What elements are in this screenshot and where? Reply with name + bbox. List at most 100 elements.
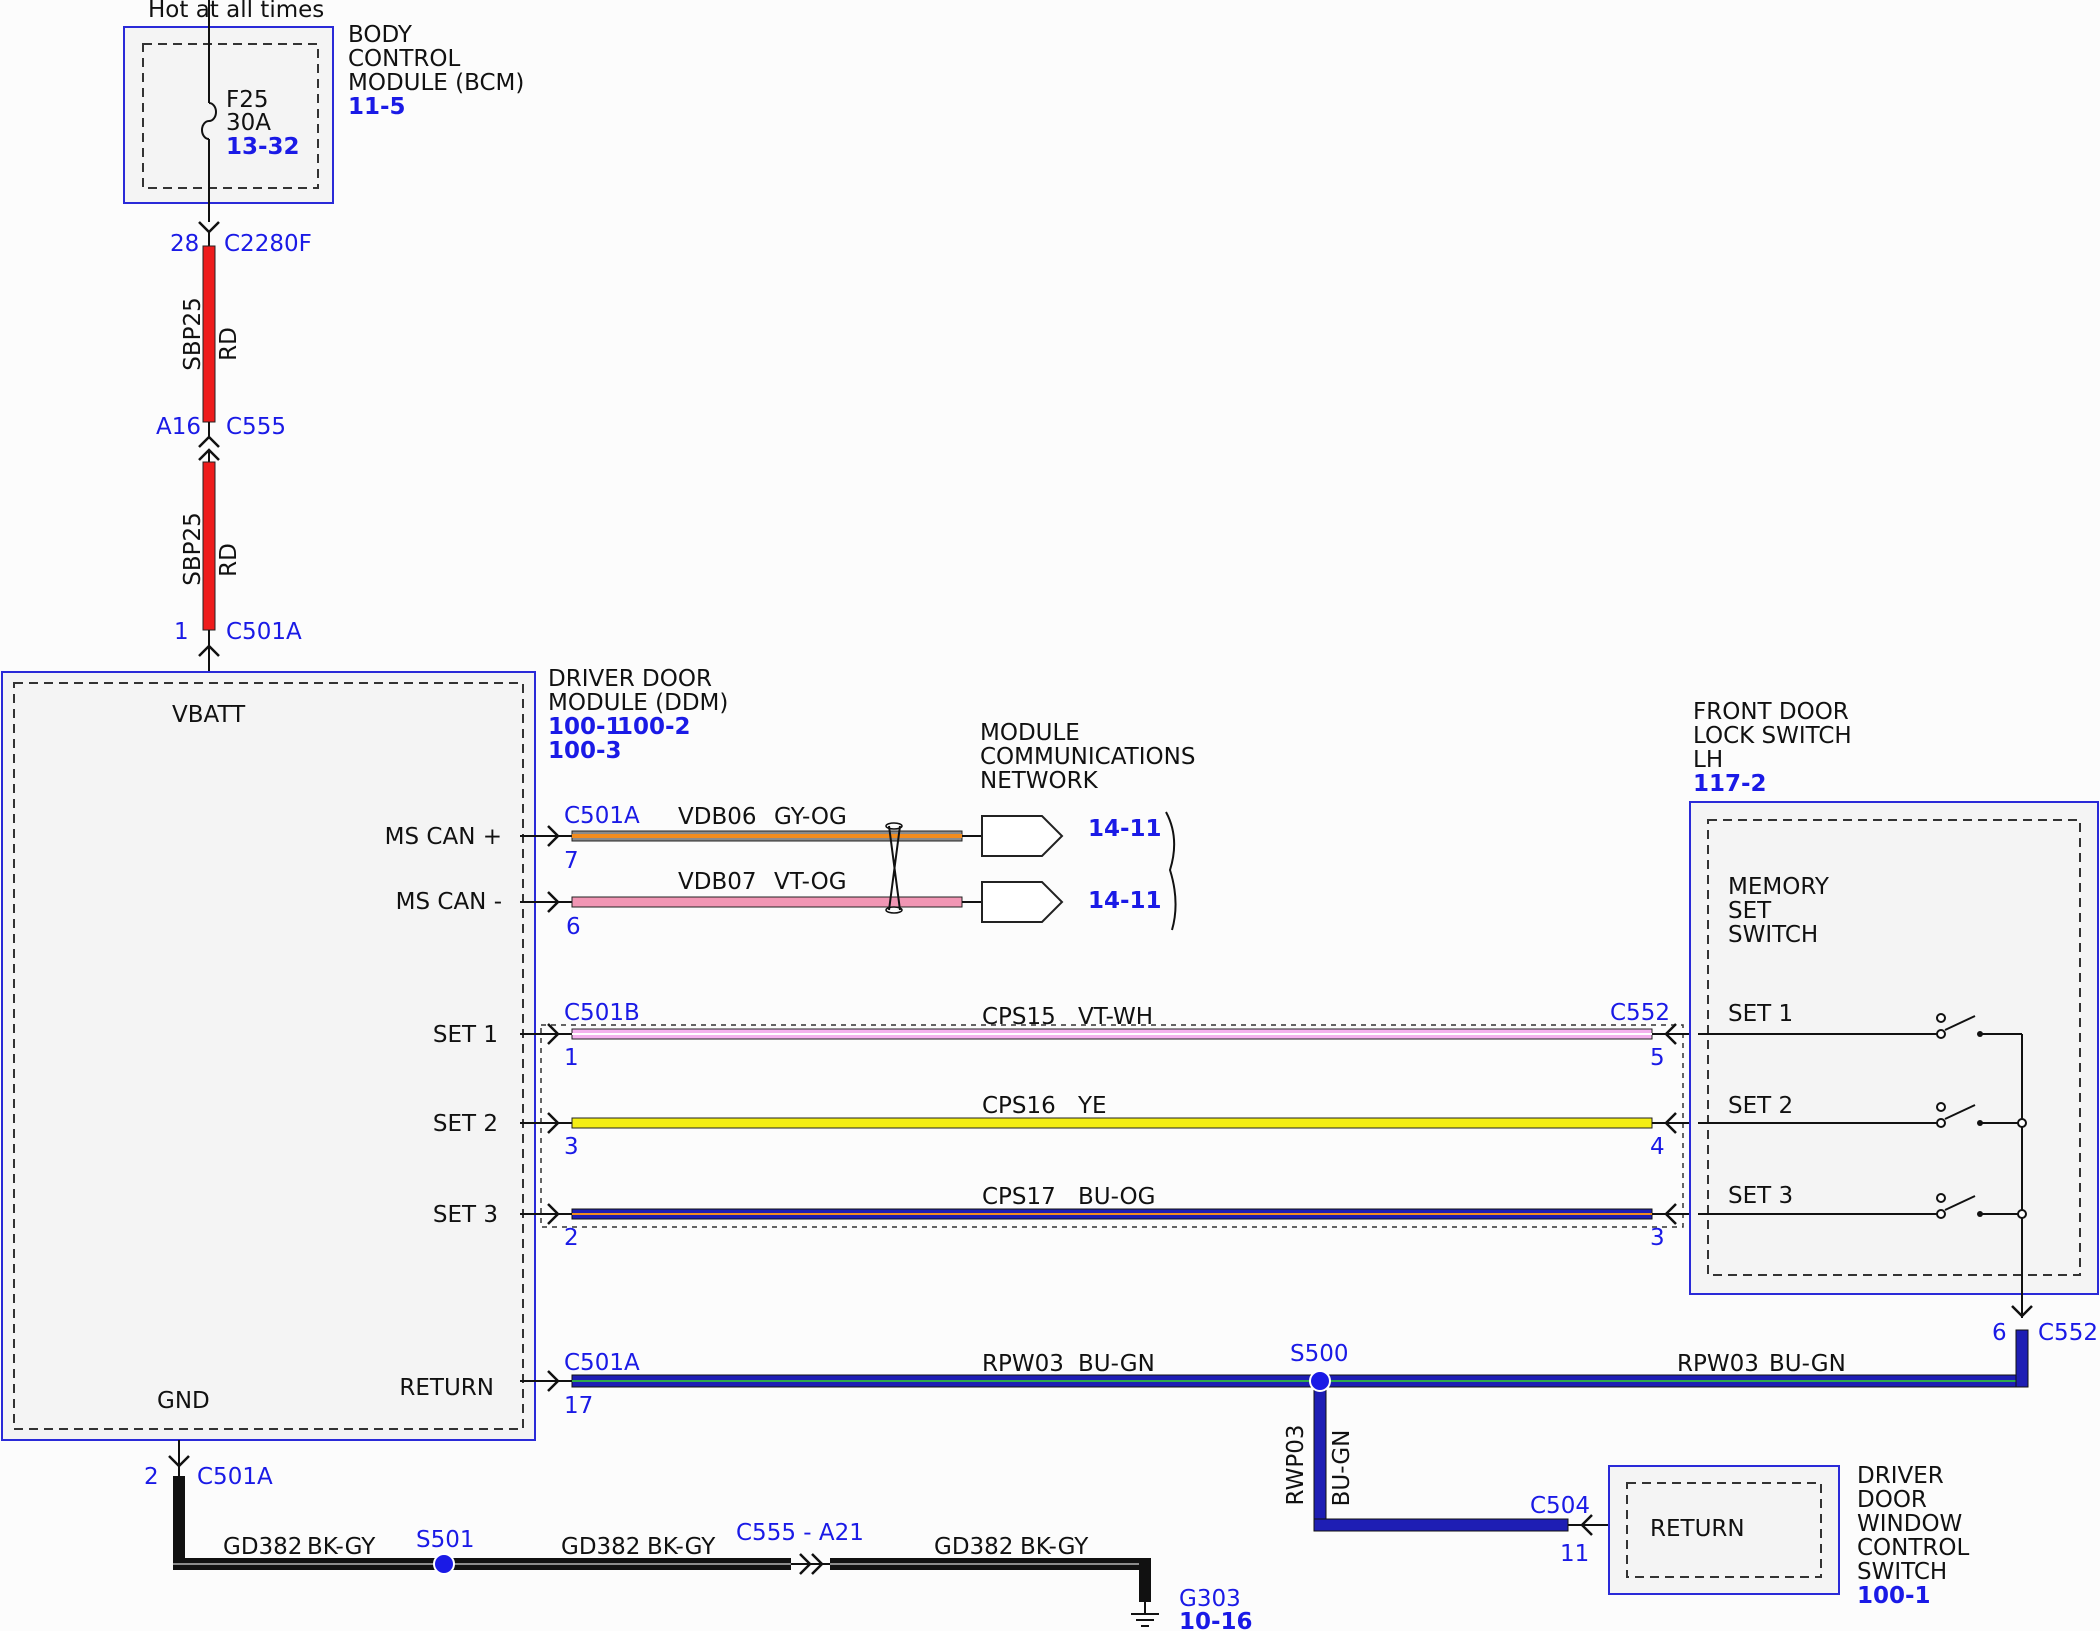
ddm-pin-set3: SET 3 xyxy=(433,1202,498,1228)
return-connector: C501A xyxy=(564,1350,640,1376)
return-circuit-left: RPW03 xyxy=(982,1351,1064,1377)
wire-gd382-drop[interactable] xyxy=(1139,1558,1151,1602)
feed-mid-pin: A16 xyxy=(156,414,201,440)
can-plus-ref[interactable]: 14-11 xyxy=(1088,816,1162,842)
bcm-title-line-1: BODY xyxy=(348,22,413,48)
wire-rpw03-stripe xyxy=(572,1380,2028,1382)
gnd-seg3-color: BK-GY xyxy=(1020,1534,1089,1560)
wire-rwp03-window[interactable] xyxy=(1313,1518,1569,1532)
network-title-line-3: NETWORK xyxy=(980,768,1099,794)
wire-cps16[interactable] xyxy=(571,1117,1653,1129)
ground-ref[interactable]: 10-16 xyxy=(1179,1609,1253,1631)
window-switch-ref[interactable]: 100-1 xyxy=(1857,1583,1931,1609)
memory-switch-line-1: MEMORY xyxy=(1728,874,1830,900)
wiring-diagram: Hot at all times BODY CONTROL MODULE (BC… xyxy=(1,0,2099,1631)
network-brace xyxy=(1165,811,1177,931)
bus-junction-3 xyxy=(2017,1209,2027,1219)
bcm-title-line-2: CONTROL xyxy=(348,46,461,72)
gnd-connector: C501A xyxy=(197,1464,273,1490)
ddm-pin-set1: SET 1 xyxy=(433,1022,498,1048)
can-minus-ref[interactable]: 14-11 xyxy=(1088,888,1162,914)
feed-upper-circuit: SBP25 xyxy=(180,297,206,371)
can-minus-pin: 6 xyxy=(566,914,581,940)
feed-mid-connector: C555 xyxy=(226,414,286,440)
gnd-pin: 2 xyxy=(144,1464,159,1490)
branch-color: BU-GN xyxy=(1329,1430,1355,1507)
wire-rpw03-riser[interactable] xyxy=(2015,1329,2029,1388)
wire-gd382-seg3-stripe xyxy=(830,1563,1151,1565)
wiring-diagram-canvas: Hot at all times BODY CONTROL MODULE (BC… xyxy=(0,0,2100,1631)
can-plus-connector: C501A xyxy=(564,803,640,829)
lock-switch-title-line-2: LOCK SWITCH xyxy=(1693,723,1852,749)
wire-cps15-stripe xyxy=(572,1033,1652,1035)
window-connector: C504 xyxy=(1530,1493,1590,1519)
feed-upper-color: RD xyxy=(216,327,242,361)
wire-vdb06-stripe xyxy=(572,834,962,838)
c555-upper-terminal-icon xyxy=(198,435,220,448)
set-right-connector: C552 xyxy=(1610,1000,1670,1026)
gnd-seg1-color: BK-GY xyxy=(307,1534,376,1560)
set-left-connector: C501B xyxy=(564,1000,640,1026)
can-minus-circuit: VDB07 xyxy=(678,869,757,895)
feed-top-pin: 28 xyxy=(170,231,199,257)
lock-switch-ref[interactable]: 117-2 xyxy=(1693,771,1767,797)
ddm-pin-ms-can-plus: MS CAN + xyxy=(385,824,502,850)
network-connector-icon xyxy=(981,881,1064,923)
branch-circuit: RWP03 xyxy=(1283,1425,1309,1506)
can-plus-color: GY-OG xyxy=(774,804,847,830)
return-pin: 17 xyxy=(564,1393,593,1419)
set1-color: VT-WH xyxy=(1078,1004,1153,1030)
gnd-inline-connector: C555 - A21 xyxy=(736,1520,864,1546)
ground-symbol-icon xyxy=(1131,1602,1159,1627)
wire-gd382-seg1-stripe xyxy=(173,1563,791,1565)
feed-bottom-connector: C501A xyxy=(226,619,302,645)
feed-lower-circuit: SBP25 xyxy=(180,512,206,586)
set3-circuit: CPS17 xyxy=(982,1184,1056,1210)
wire-rwp03-branch[interactable] xyxy=(1313,1380,1327,1528)
gnd-seg1-circuit: GD382 xyxy=(223,1534,302,1560)
splice-s500-label: S500 xyxy=(1290,1341,1349,1367)
splice-s501-dot[interactable] xyxy=(433,1553,455,1575)
set1-right-pin: 5 xyxy=(1650,1045,1665,1071)
network-title-line-1: MODULE xyxy=(980,720,1080,746)
window-switch-return-label: RETURN xyxy=(1650,1516,1745,1542)
splice-s500-dot[interactable] xyxy=(1309,1370,1331,1392)
set2-switch-top-contact xyxy=(1936,1102,1946,1112)
ddm-ref-1[interactable]: 100-1 xyxy=(548,714,622,740)
memory-switch-line-2: SET xyxy=(1728,898,1772,924)
window-switch-title-line-2: DOOR xyxy=(1857,1487,1927,1513)
set3-right-pin: 3 xyxy=(1650,1225,1665,1251)
set2-right-pin: 4 xyxy=(1650,1134,1665,1160)
bcm-ref[interactable]: 11-5 xyxy=(348,94,406,120)
splice-s501-label: S501 xyxy=(416,1527,475,1553)
window-pin: 11 xyxy=(1560,1541,1589,1567)
ddm-title-line-1: DRIVER DOOR xyxy=(548,666,712,692)
set1-switch-top-contact xyxy=(1936,1013,1946,1023)
fuse-ref[interactable]: 13-32 xyxy=(226,134,300,160)
bcm-power-note: Hot at all times xyxy=(148,0,324,23)
ddm-pin-return: RETURN xyxy=(399,1375,494,1401)
lock-switch-set3: SET 3 xyxy=(1728,1183,1793,1209)
ddm-title-line-2: MODULE (DDM) xyxy=(548,690,728,716)
ddm-ref-3[interactable]: 100-3 xyxy=(548,738,622,764)
bcm-title-line-3: MODULE (BCM) xyxy=(348,70,524,96)
ddm-pin-ms-can-minus: MS CAN - xyxy=(396,889,502,915)
lock-switch-set2: SET 2 xyxy=(1728,1093,1793,1119)
set1-switch-contact-icon xyxy=(1936,1029,1946,1039)
set2-circuit: CPS16 xyxy=(982,1093,1056,1119)
lock-switch-out-connector: C552 xyxy=(2038,1320,2098,1346)
ddm-box xyxy=(1,671,536,1441)
fuse-rating: 30A xyxy=(226,110,271,136)
wire-vdb07[interactable] xyxy=(571,896,963,908)
ddm-gnd-label: GND xyxy=(157,1388,210,1414)
wire-cps17-stripe xyxy=(572,1213,1652,1215)
wire-gd382-riser[interactable] xyxy=(173,1476,185,1564)
memory-switch-line-3: SWITCH xyxy=(1728,922,1818,948)
feed-top-connector: C2280F xyxy=(224,231,312,257)
ddm-vbatt-label: VBATT xyxy=(172,702,246,728)
set3-switch-contact-icon xyxy=(1936,1209,1946,1219)
network-title-line-2: COMMUNICATIONS xyxy=(980,744,1195,770)
return-color-right: BU-GN xyxy=(1769,1351,1846,1377)
set2-left-pin: 3 xyxy=(564,1134,579,1160)
ddm-ref-2[interactable]: 100-2 xyxy=(617,714,691,740)
